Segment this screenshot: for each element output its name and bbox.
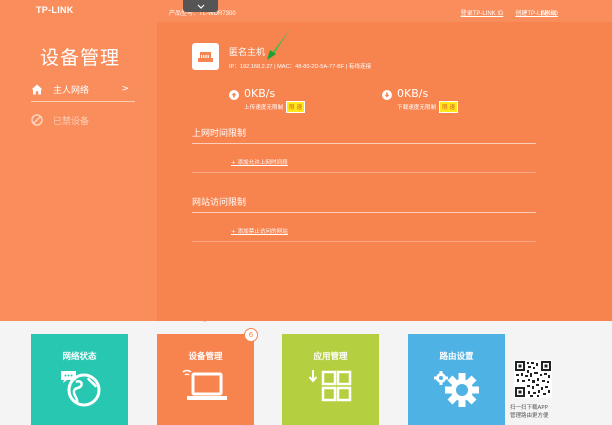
header: TP-LINK 产品型号：TL-WDR7300 登录TP-LINK ID 创建T… xyxy=(0,0,612,22)
gear-icon xyxy=(433,371,479,407)
time-limit-divider xyxy=(192,143,536,144)
logo: TP-LINK xyxy=(36,5,74,15)
active-tile-pointer xyxy=(198,315,212,322)
upload-limit-button[interactable]: 限 速 xyxy=(286,101,306,113)
tile-label: 路由设置 xyxy=(439,352,474,362)
tile-app-management[interactable]: 应用管理 xyxy=(282,334,379,425)
laptop-icon xyxy=(182,369,227,400)
chevron-down-icon xyxy=(197,4,204,9)
tile-device-management[interactable]: 设备管理 xyxy=(157,334,254,425)
tile-network-status[interactable]: 网络状态 xyxy=(31,334,128,425)
qr-caption: 扫一扫下载APP 管理路由更方便 xyxy=(510,404,549,420)
tile-label: 应用管理 xyxy=(313,352,348,362)
upload-speed-value: 0KB/s xyxy=(244,87,276,100)
device-count-badge: 6 xyxy=(244,328,258,342)
qr-code-icon xyxy=(514,360,552,398)
sidebar-item-label: 已禁设备 xyxy=(53,116,90,127)
logout-link[interactable]: [退出] xyxy=(541,8,556,17)
tile-label: 设备管理 xyxy=(188,352,223,362)
device-name: 匿名主机 xyxy=(229,48,266,58)
sidebar-item-blocked-devices[interactable]: 已禁设备 xyxy=(31,108,135,132)
download-speed-block: 0KB/s 下载速度无限制 限 速 xyxy=(382,87,459,113)
sidebar-item-label: 主人网络 xyxy=(53,86,90,96)
device-info: IP：192.168.2.27 | MAC：48-80-2D-5A-77-BF … xyxy=(229,64,372,70)
apps-grid-icon xyxy=(308,370,351,402)
login-tplink-id-link[interactable]: 登录TP-LINK ID xyxy=(461,8,504,17)
qr-caption-line2: 管理路由更方便 xyxy=(510,413,549,419)
mouse-cursor-icon xyxy=(267,29,290,60)
download-limit-button[interactable]: 限 速 xyxy=(439,101,459,113)
globe-icon xyxy=(60,371,100,407)
site-limit-title: 网站访问限制 xyxy=(192,198,247,208)
upload-arrow-icon xyxy=(229,90,239,100)
page-title: 设备管理 xyxy=(40,47,121,69)
qr-caption-line1: 扫一扫下载APP xyxy=(510,405,548,411)
time-limit-bottom-divider xyxy=(192,172,536,173)
add-allowed-time-link[interactable]: + 添加允许上网时间段 xyxy=(231,158,288,166)
download-speed-note: 下载速度无限制 xyxy=(397,105,437,111)
upload-speed-note: 上传速度无限制 xyxy=(244,105,284,111)
chevron-right-icon: > xyxy=(121,84,129,94)
home-icon xyxy=(31,84,43,96)
add-blocked-site-link[interactable]: + 添加禁止访问的网站 xyxy=(231,227,288,235)
upload-speed-block: 0KB/s 上传速度无限制 限 速 xyxy=(229,87,306,113)
time-limit-title: 上网时间限制 xyxy=(192,129,247,139)
site-limit-divider xyxy=(192,212,536,213)
ban-icon xyxy=(31,114,43,126)
download-speed-value: 0KB/s xyxy=(397,87,429,100)
tile-router-settings[interactable]: 路由设置 xyxy=(408,334,505,425)
tile-label: 网络状态 xyxy=(62,352,97,362)
download-arrow-icon xyxy=(382,90,392,100)
dropdown-toggle[interactable] xyxy=(183,0,218,12)
device-ethernet-icon xyxy=(192,43,219,70)
sidebar-item-host-network[interactable]: 主人网络 > xyxy=(31,78,135,102)
site-limit-bottom-divider xyxy=(192,241,536,242)
